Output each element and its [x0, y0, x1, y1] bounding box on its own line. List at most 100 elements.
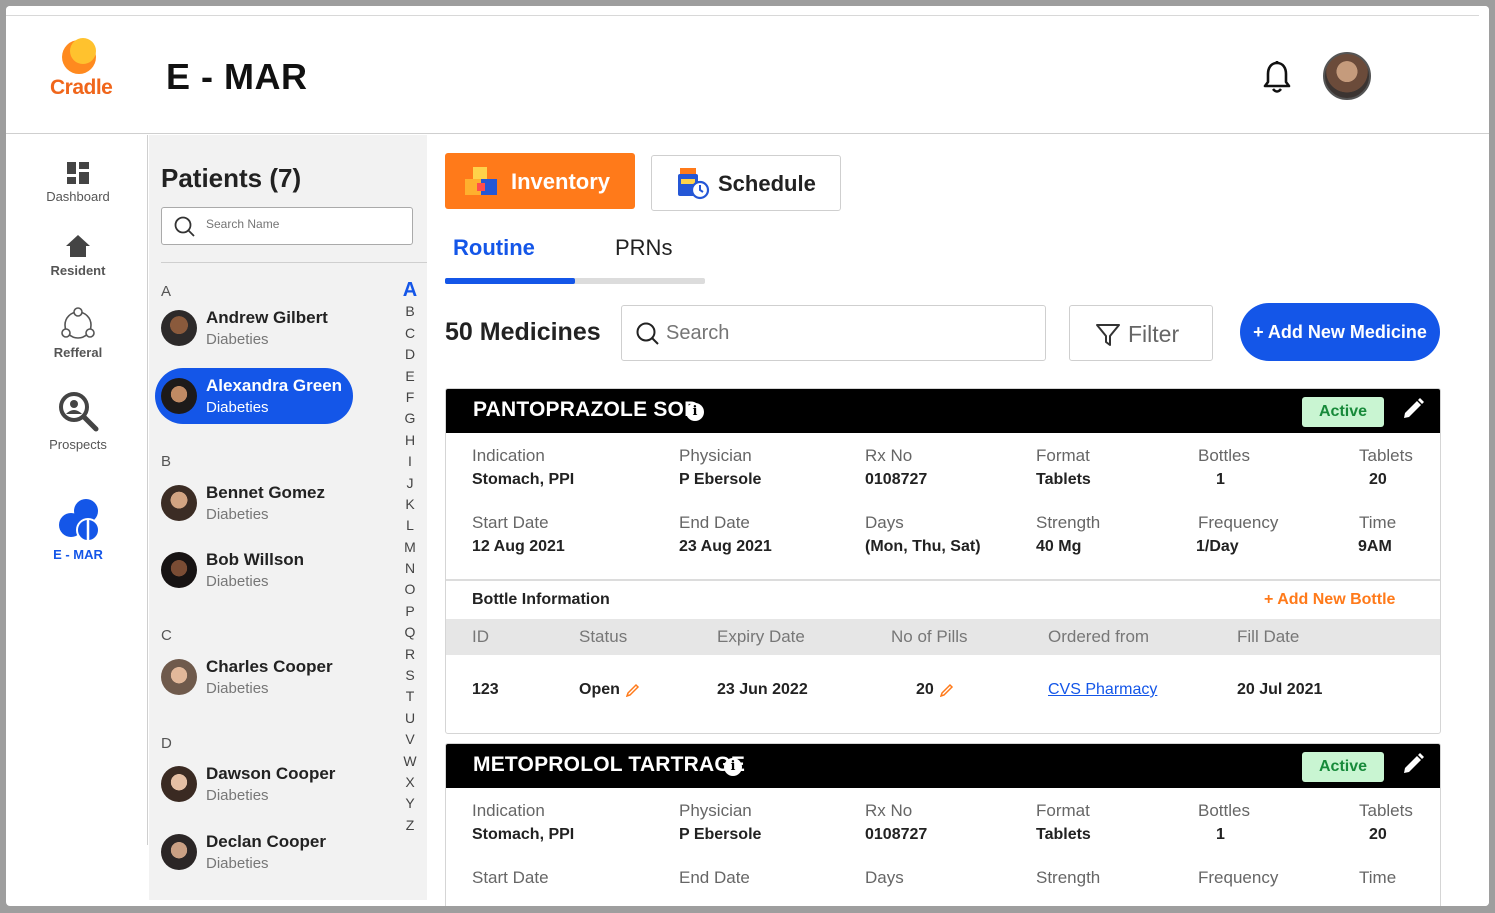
alphabet-letter[interactable]: F	[399, 387, 421, 408]
alphabet-letter[interactable]: I	[399, 451, 421, 472]
alphabet-letter[interactable]: Z	[399, 815, 421, 836]
field-label: Tablets	[1359, 801, 1413, 820]
alphabet-letter[interactable]: Y	[399, 793, 421, 814]
tab-indicator	[445, 278, 705, 284]
bottle-expiry: 23 Jun 2022	[717, 681, 808, 698]
logo-text: Cradle	[50, 76, 113, 99]
patient-item[interactable]: Declan Cooper Diabeties	[155, 824, 353, 880]
filter-button[interactable]: Filter	[1069, 305, 1213, 361]
add-new-bottle-link[interactable]: + Add New Bottle	[1264, 591, 1395, 609]
field-value: P Ebersole	[679, 471, 762, 488]
bottle-id: 123	[472, 681, 499, 698]
info-icon[interactable]: i	[724, 758, 742, 776]
field-value: Stomach, PPI	[472, 471, 575, 488]
patient-item[interactable]: Dawson Cooper Diabeties	[155, 756, 353, 812]
bottle-status-cell: Open	[579, 681, 640, 699]
field-label: Format	[1036, 446, 1090, 465]
alphabet-letter[interactable]: R	[399, 644, 421, 665]
alphabet-letter[interactable]: W	[399, 751, 421, 772]
nav-prospects[interactable]: Prospects	[8, 389, 148, 452]
alphabet-letter[interactable]: O	[399, 579, 421, 600]
bottle-pills: 20	[916, 681, 934, 698]
column-header: No of Pills	[891, 627, 968, 646]
alphabet-letter[interactable]: U	[399, 708, 421, 729]
patient-item[interactable]: Andrew Gilbert Diabeties	[155, 300, 353, 356]
patient-search-input[interactable]	[206, 217, 396, 231]
patient-item[interactable]: Bennet Gomez Diabeties	[155, 475, 353, 531]
column-header: Expiry Date	[717, 627, 805, 646]
medicine-name: PANTOPRAZOLE SOD	[473, 398, 700, 421]
patient-search[interactable]	[161, 207, 413, 245]
alphabet-letter[interactable]: Q	[399, 622, 421, 643]
patient-condition: Diabeties	[206, 855, 269, 872]
alphabet-letter[interactable]: G	[399, 408, 421, 429]
patient-item-selected[interactable]: Alexandra Green Diabeties	[155, 368, 353, 424]
left-sidebar: Dashboard Resident Refferal Prospects E …	[8, 135, 148, 845]
field-value: 1	[1216, 826, 1225, 843]
alphabet-letter[interactable]: X	[399, 772, 421, 793]
alphabet-letter[interactable]: C	[399, 323, 421, 344]
field-value: 20	[1369, 826, 1387, 843]
field-label: Start Date	[472, 868, 549, 887]
patient-avatar	[161, 485, 197, 521]
patient-avatar	[161, 378, 197, 414]
edit-pencil-icon[interactable]	[1401, 752, 1425, 776]
bottle-table-header: ID Status Expiry Date No of Pills Ordere…	[446, 619, 1440, 655]
field-label: Rx No	[865, 446, 913, 465]
schedule-button[interactable]: Schedule	[651, 155, 841, 211]
field-label: Time	[1359, 868, 1397, 887]
field-value: P Ebersole	[679, 826, 762, 843]
field-value: Tablets	[1036, 471, 1091, 488]
edit-pencil-icon[interactable]	[939, 683, 954, 697]
user-avatar[interactable]	[1323, 52, 1371, 100]
alphabet-letter[interactable]: P	[399, 601, 421, 622]
alphabet-letter[interactable]: H	[399, 430, 421, 451]
alphabet-letter[interactable]: M	[399, 537, 421, 558]
alphabet-letter[interactable]: T	[399, 686, 421, 707]
tab-routine[interactable]: Routine	[453, 235, 535, 261]
alphabet-letter[interactable]: V	[399, 729, 421, 750]
alphabet-letter[interactable]: B	[399, 301, 421, 322]
edit-pencil-icon[interactable]	[1401, 397, 1425, 421]
patient-item[interactable]: Bob Willson Diabeties	[155, 542, 353, 598]
alphabet-letter[interactable]: N	[399, 558, 421, 579]
nav-emar[interactable]: E - MAR	[8, 497, 148, 562]
app-window: Cradle E - MAR Dashboard Resident Reffer…	[6, 6, 1489, 906]
medicine-search-input[interactable]	[666, 322, 1006, 345]
field-label: Start Date	[472, 513, 549, 532]
info-icon[interactable]: i	[686, 403, 704, 421]
alphabet-letter[interactable]: J	[399, 473, 421, 494]
field-value: 0108727	[865, 471, 928, 488]
patient-avatar	[161, 310, 197, 346]
filter-icon	[1096, 324, 1120, 346]
cradle-logo[interactable]: Cradle	[48, 38, 122, 100]
patient-name: Bennet Gomez	[206, 483, 326, 502]
nav-referral[interactable]: Refferal	[8, 307, 148, 360]
add-new-medicine-button[interactable]: + Add New Medicine	[1240, 303, 1440, 361]
field-label: Indication	[472, 801, 545, 820]
nav-resident[interactable]: Resident	[8, 233, 148, 278]
patient-condition: Diabeties	[206, 680, 269, 697]
medicine-search[interactable]	[621, 305, 1046, 361]
pharmacy-link[interactable]: CVS Pharmacy	[1048, 681, 1157, 699]
inventory-button[interactable]: Inventory	[445, 153, 635, 209]
field-value: 1/Day	[1196, 538, 1239, 555]
edit-pencil-icon[interactable]	[625, 683, 640, 697]
bottle-info-title: Bottle Information	[472, 591, 610, 608]
alphabet-letter[interactable]: S	[399, 665, 421, 686]
alphabet-letter[interactable]: L	[399, 515, 421, 536]
medicine-name: METOPROLOL TARTRAGE	[473, 753, 746, 776]
alphabet-letter[interactable]: A	[399, 279, 421, 301]
bell-icon[interactable]	[1262, 60, 1292, 96]
tab-prns[interactable]: PRNs	[615, 235, 672, 261]
nav-dashboard[interactable]: Dashboard	[8, 161, 148, 204]
patient-item[interactable]: Charles Cooper Diabeties	[155, 649, 353, 705]
alphabet-letter[interactable]: D	[399, 344, 421, 365]
schedule-label: Schedule	[718, 171, 816, 196]
field-label: Tablets	[1359, 446, 1413, 465]
alphabet-letter[interactable]: E	[399, 366, 421, 387]
alphabet-letter[interactable]: K	[399, 494, 421, 515]
schedule-icon	[678, 168, 710, 200]
group-letter: D	[161, 735, 172, 752]
patient-avatar	[161, 552, 197, 588]
